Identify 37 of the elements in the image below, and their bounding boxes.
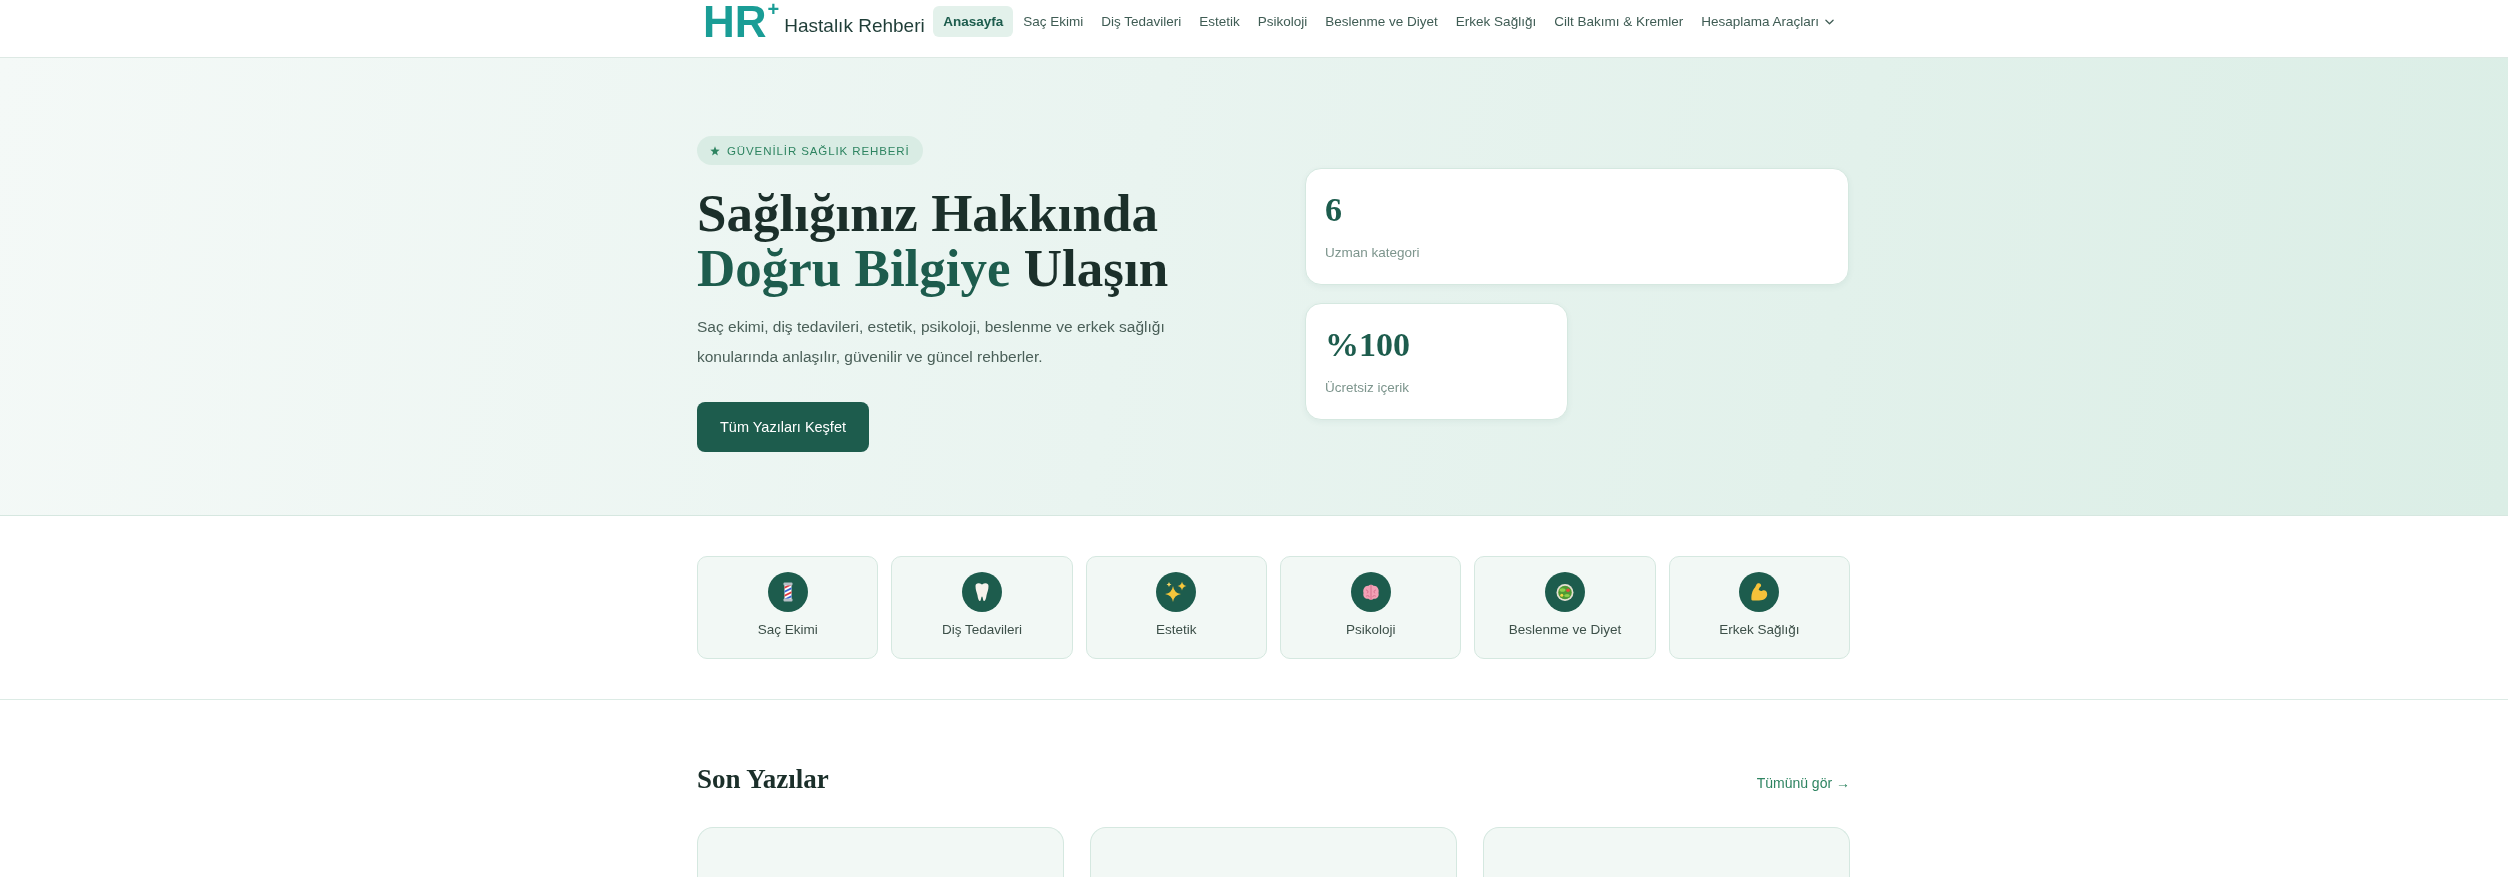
nav-link[interactable]: Saç Ekimi [1015,6,1092,37]
article-card[interactable] [1483,827,1850,877]
article-card[interactable] [1090,827,1457,877]
nav-link[interactable]: Hesaplama Araçları [1693,6,1842,37]
category-card[interactable]: Beslenme ve Diyet [1474,556,1656,659]
category-card[interactable]: Diş Tedavileri [891,556,1073,659]
sparkles-icon [1156,572,1197,612]
star-icon [710,145,720,156]
barber-pole-icon [767,572,808,612]
chevron-down-icon [1825,18,1834,25]
nav-link[interactable]: Anasayfa [933,6,1014,37]
hero-title: Sağlığınız Hakkında Doğru Bilgiye Ulaşın [697,186,1170,296]
site-name[interactable]: Hastalık Rehberi [784,14,925,44]
nav-link[interactable]: Diş Tedavileri [1093,6,1190,37]
stat-label: Ücretsiz içerik [1325,379,1410,397]
tooth-icon [962,572,1002,612]
badge-text: GÜVENİLİR SAĞLIK REHBERİ [727,144,910,157]
stat-value: %100 [1325,325,1411,365]
stat-value: 6 [1325,190,1343,230]
brain-icon [1350,572,1391,612]
nav-link[interactable]: Estetik [1191,6,1248,37]
category-card[interactable]: Psikoloji [1280,556,1462,659]
stat-label: Uzman kategori [1325,244,1421,262]
nav-link[interactable]: Psikoloji [1249,6,1316,37]
hero-description: Saç ekimi, diş tedavileri, estetik, psikoloji, beslenme ve erkek sağlığı konularında anlaşılır, güvenilir ve güncel rehberler. [697,317,1166,367]
nav-link[interactable]: Cilt Bakımı & Kremler [1546,6,1692,37]
salad-bowl-icon [1545,572,1585,612]
explore-button[interactable]: Tüm Yazıları Keşfet [697,402,869,452]
nav-link[interactable]: Erkek Sağlığı [1447,6,1545,37]
flexed-arm-icon [1739,572,1780,612]
category-card[interactable]: Erkek Sağlığı [1668,556,1850,659]
see-all-link[interactable]: Tümünü gör → [1756,775,1850,791]
section-title: Son Yazılar [697,763,829,795]
article-card[interactable] [697,827,1064,877]
category-card[interactable]: Estetik [1085,556,1267,659]
nav-link[interactable]: Beslenme ve Diyet [1317,6,1446,37]
category-card[interactable]: Saç Ekimi [697,556,879,659]
